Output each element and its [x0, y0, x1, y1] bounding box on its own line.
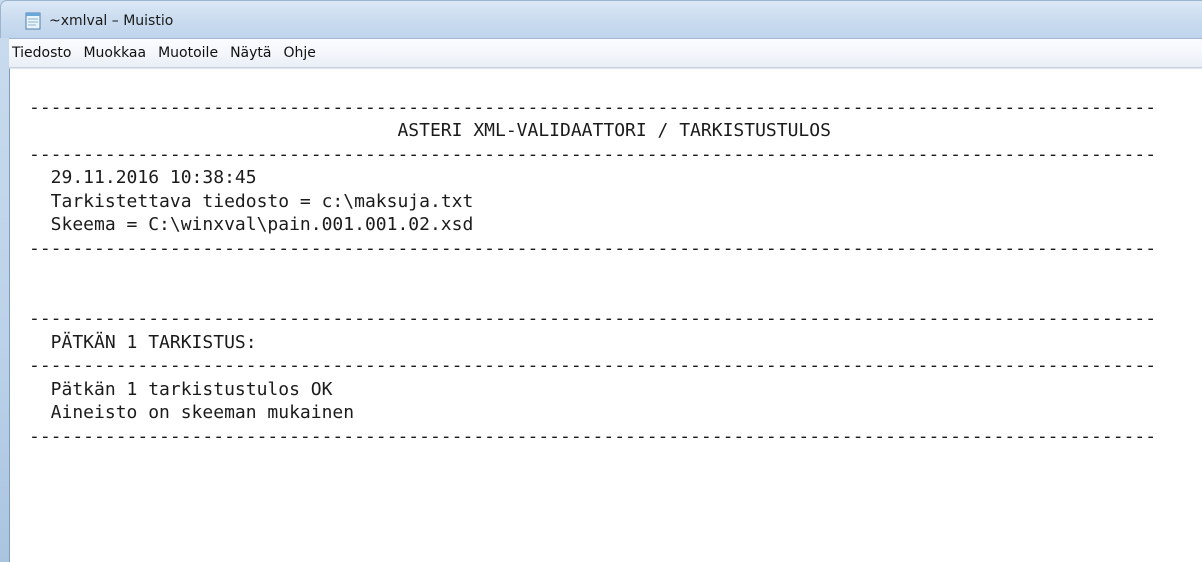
- menu-bar: Tiedosto Muokkaa Muotoile Näytä Ohje: [9, 38, 1202, 68]
- menu-file[interactable]: Tiedosto: [9, 39, 77, 67]
- menu-edit[interactable]: Muokkaa: [77, 39, 152, 67]
- document-text[interactable]: ----------------------------------------…: [29, 72, 1156, 448]
- menu-format[interactable]: Muotoile: [152, 39, 224, 67]
- window-title: ~xmlval – Muistio: [49, 13, 174, 29]
- notepad-window: ~xmlval – Muistio Tiedosto Muokkaa Muoto…: [0, 0, 1202, 562]
- menu-help[interactable]: Ohje: [277, 39, 321, 67]
- title-bar[interactable]: ~xmlval – Muistio: [0, 0, 1202, 38]
- text-editor[interactable]: ----------------------------------------…: [9, 68, 1202, 562]
- menu-view[interactable]: Näytä: [224, 39, 277, 67]
- notepad-icon[interactable]: [24, 12, 42, 30]
